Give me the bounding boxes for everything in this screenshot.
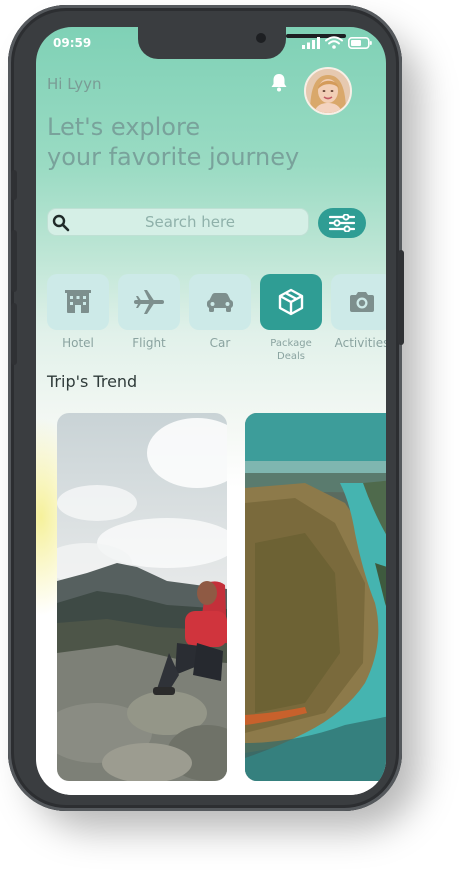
category-tile[interactable] xyxy=(47,274,109,330)
filter-button[interactable] xyxy=(318,208,366,238)
search-bar[interactable] xyxy=(47,208,309,236)
power-button xyxy=(398,250,404,345)
airplane-icon xyxy=(134,290,164,314)
app-screen: 09:59 Hi Lyyn Let's explore your favorit… xyxy=(36,27,386,795)
section-title-trips-trend: Trip's Trend xyxy=(47,372,138,391)
category-car[interactable]: Car xyxy=(189,274,251,350)
notch xyxy=(138,27,346,59)
front-camera xyxy=(256,33,266,43)
category-tile[interactable] xyxy=(189,274,251,330)
search-input[interactable] xyxy=(76,209,304,235)
category-label: Activities xyxy=(334,336,386,350)
filter-sliders-icon xyxy=(329,214,355,232)
category-flight[interactable]: Flight xyxy=(118,274,180,350)
search-icon xyxy=(52,214,70,232)
bottom-safe-area xyxy=(36,781,386,795)
greeting-text: Hi Lyyn xyxy=(47,75,102,93)
category-tile[interactable] xyxy=(331,274,386,330)
category-tile[interactable] xyxy=(118,274,180,330)
wifi-icon xyxy=(325,36,343,49)
battery-icon xyxy=(348,36,372,49)
category-label: Package Deals xyxy=(260,337,322,363)
volume-down-button xyxy=(11,303,17,365)
headline: Let's explore your favorite journey xyxy=(47,112,347,172)
headline-line-2: your favorite journey xyxy=(47,143,300,171)
mountain-hiker-image xyxy=(57,413,227,781)
river-canyon-image xyxy=(245,413,386,781)
category-activities[interactable]: Activities xyxy=(331,274,386,350)
notification-bell-icon[interactable] xyxy=(270,73,288,97)
signal-icon xyxy=(302,36,320,49)
trend-card-river[interactable] xyxy=(245,413,386,781)
category-label: Hotel xyxy=(62,336,94,350)
category-label-wrapped: Package Deals xyxy=(270,338,312,362)
car-icon xyxy=(207,293,233,312)
phone-frame: 09:59 Hi Lyyn Let's explore your favorit… xyxy=(8,5,404,811)
mute-switch xyxy=(11,170,17,200)
volume-up-button xyxy=(11,230,17,292)
trend-card-mountain[interactable] xyxy=(57,413,227,781)
headline-line-1: Let's explore xyxy=(47,113,201,141)
category-tile-active[interactable] xyxy=(260,274,322,330)
hotel-icon xyxy=(65,290,91,313)
category-label: Car xyxy=(209,336,231,350)
category-package-deals[interactable]: Package Deals xyxy=(260,274,322,363)
package-icon xyxy=(278,288,304,316)
category-hotel[interactable]: Hotel xyxy=(47,274,109,350)
category-label: Flight xyxy=(132,336,166,350)
camera-icon xyxy=(350,292,374,312)
status-icons xyxy=(302,36,372,49)
status-time: 09:59 xyxy=(53,36,92,50)
user-avatar[interactable] xyxy=(304,67,352,115)
